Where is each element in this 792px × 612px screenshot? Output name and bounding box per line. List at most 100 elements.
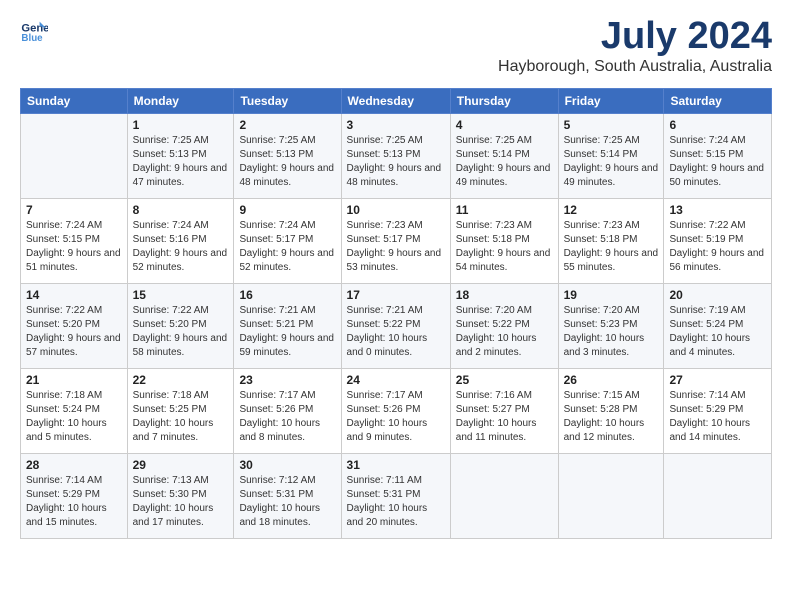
- calendar-cell: 9 Sunrise: 7:24 AMSunset: 5:17 PMDaylight…: [234, 198, 341, 283]
- day-info: Sunrise: 7:13 AMSunset: 5:30 PMDaylight:…: [133, 474, 229, 530]
- day-info: Sunrise: 7:24 AMSunset: 5:16 PMDaylight:…: [133, 219, 229, 275]
- day-number: 18: [456, 288, 553, 302]
- calendar-cell: 31 Sunrise: 7:11 AMSunset: 5:31 PMDayligh…: [341, 453, 450, 538]
- day-number: 26: [564, 373, 659, 387]
- day-info: Sunrise: 7:25 AMSunset: 5:13 PMDaylight:…: [133, 134, 229, 190]
- day-info: Sunrise: 7:23 AMSunset: 5:18 PMDaylight:…: [564, 219, 659, 275]
- month-title: July 2024: [498, 16, 772, 58]
- day-number: 25: [456, 373, 553, 387]
- day-info: Sunrise: 7:25 AMSunset: 5:14 PMDaylight:…: [456, 134, 553, 190]
- calendar-cell: 24Sunrise: 7:17 AMSunset: 5:26 PMDayligh…: [341, 368, 450, 453]
- day-info: Sunrise: 7:11 AMSunset: 5:31 PMDaylight:…: [347, 474, 445, 530]
- col-header-friday: Friday: [558, 88, 664, 113]
- day-number: 4: [456, 118, 553, 132]
- calendar-cell: 3 Sunrise: 7:25 AMSunset: 5:13 PMDaylight…: [341, 113, 450, 198]
- calendar-cell: 4 Sunrise: 7:25 AMSunset: 5:14 PMDaylight…: [450, 113, 558, 198]
- day-number: 20: [669, 288, 766, 302]
- day-info: Sunrise: 7:24 AMSunset: 5:15 PMDaylight:…: [669, 134, 766, 190]
- day-info: Sunrise: 7:24 AMSunset: 5:17 PMDaylight:…: [239, 219, 335, 275]
- day-number: 22: [133, 373, 229, 387]
- calendar-cell: 17 Sunrise: 7:21 AMSunset: 5:22 PMDayligh…: [341, 283, 450, 368]
- day-number: 17: [347, 288, 445, 302]
- day-number: 8: [133, 203, 229, 217]
- calendar-cell: 26 Sunrise: 7:15 AMSunset: 5:28 PMDayligh…: [558, 368, 664, 453]
- calendar-cell: 21 Sunrise: 7:18 AMSunset: 5:24 PMDayligh…: [21, 368, 128, 453]
- calendar-cell: 11 Sunrise: 7:23 AMSunset: 5:18 PMDayligh…: [450, 198, 558, 283]
- day-info: Sunrise: 7:22 AMSunset: 5:20 PMDaylight:…: [133, 304, 229, 360]
- day-number: 1: [133, 118, 229, 132]
- day-number: 12: [564, 203, 659, 217]
- calendar-cell: 15Sunrise: 7:22 AMSunset: 5:20 PMDayligh…: [127, 283, 234, 368]
- day-info: Sunrise: 7:24 AMSunset: 5:15 PMDaylight:…: [26, 219, 122, 275]
- day-info: Sunrise: 7:15 AMSunset: 5:28 PMDaylight:…: [564, 389, 659, 445]
- day-info: Sunrise: 7:20 AMSunset: 5:23 PMDaylight:…: [564, 304, 659, 360]
- day-number: 28: [26, 458, 122, 472]
- calendar-body: 1 Sunrise: 7:25 AMSunset: 5:13 PMDaylight…: [21, 113, 772, 538]
- day-number: 13: [669, 203, 766, 217]
- calendar-cell: 8 Sunrise: 7:24 AMSunset: 5:16 PMDaylight…: [127, 198, 234, 283]
- col-header-wednesday: Wednesday: [341, 88, 450, 113]
- day-info: Sunrise: 7:25 AMSunset: 5:13 PMDaylight:…: [239, 134, 335, 190]
- day-info: Sunrise: 7:12 AMSunset: 5:31 PMDaylight:…: [239, 474, 335, 530]
- col-header-thursday: Thursday: [450, 88, 558, 113]
- day-info: Sunrise: 7:22 AMSunset: 5:20 PMDaylight:…: [26, 304, 122, 360]
- calendar-cell: 13Sunrise: 7:22 AMSunset: 5:19 PMDayligh…: [664, 198, 772, 283]
- day-number: 27: [669, 373, 766, 387]
- col-header-sunday: Sunday: [21, 88, 128, 113]
- calendar-cell: 12 Sunrise: 7:23 AMSunset: 5:18 PMDayligh…: [558, 198, 664, 283]
- day-info: Sunrise: 7:18 AMSunset: 5:24 PMDaylight:…: [26, 389, 122, 445]
- calendar-cell: [450, 453, 558, 538]
- day-number: 5: [564, 118, 659, 132]
- day-info: Sunrise: 7:23 AMSunset: 5:18 PMDaylight:…: [456, 219, 553, 275]
- location-title: Hayborough, South Australia, Australia: [498, 58, 772, 76]
- day-number: 11: [456, 203, 553, 217]
- calendar-cell: 2 Sunrise: 7:25 AMSunset: 5:13 PMDaylight…: [234, 113, 341, 198]
- calendar-week-5: 28 Sunrise: 7:14 AMSunset: 5:29 PMDayligh…: [21, 453, 772, 538]
- day-number: 21: [26, 373, 122, 387]
- header: General Blue July 2024 Hayborough, South…: [20, 16, 772, 76]
- calendar-cell: 28 Sunrise: 7:14 AMSunset: 5:29 PMDayligh…: [21, 453, 128, 538]
- calendar-cell: 16 Sunrise: 7:21 AMSunset: 5:21 PMDayligh…: [234, 283, 341, 368]
- day-number: 31: [347, 458, 445, 472]
- day-number: 7: [26, 203, 122, 217]
- day-number: 9: [239, 203, 335, 217]
- day-info: Sunrise: 7:23 AMSunset: 5:17 PMDaylight:…: [347, 219, 445, 275]
- day-number: 16: [239, 288, 335, 302]
- calendar-week-4: 21 Sunrise: 7:18 AMSunset: 5:24 PMDayligh…: [21, 368, 772, 453]
- day-info: Sunrise: 7:20 AMSunset: 5:22 PMDaylight:…: [456, 304, 553, 360]
- col-header-tuesday: Tuesday: [234, 88, 341, 113]
- calendar-cell: 7 Sunrise: 7:24 AMSunset: 5:15 PMDaylight…: [21, 198, 128, 283]
- calendar-header-row: SundayMondayTuesdayWednesdayThursdayFrid…: [21, 88, 772, 113]
- day-info: Sunrise: 7:25 AMSunset: 5:14 PMDaylight:…: [564, 134, 659, 190]
- calendar-cell: 6 Sunrise: 7:24 AMSunset: 5:15 PMDaylight…: [664, 113, 772, 198]
- calendar-cell: 1 Sunrise: 7:25 AMSunset: 5:13 PMDaylight…: [127, 113, 234, 198]
- calendar-cell: 20 Sunrise: 7:19 AMSunset: 5:24 PMDayligh…: [664, 283, 772, 368]
- day-number: 23: [239, 373, 335, 387]
- day-info: Sunrise: 7:14 AMSunset: 5:29 PMDaylight:…: [26, 474, 122, 530]
- day-info: Sunrise: 7:21 AMSunset: 5:21 PMDaylight:…: [239, 304, 335, 360]
- day-number: 6: [669, 118, 766, 132]
- calendar-cell: 22 Sunrise: 7:18 AMSunset: 5:25 PMDayligh…: [127, 368, 234, 453]
- calendar-cell: 27Sunrise: 7:14 AMSunset: 5:29 PMDayligh…: [664, 368, 772, 453]
- calendar-week-2: 7 Sunrise: 7:24 AMSunset: 5:15 PMDaylight…: [21, 198, 772, 283]
- day-info: Sunrise: 7:18 AMSunset: 5:25 PMDaylight:…: [133, 389, 229, 445]
- day-info: Sunrise: 7:17 AMSunset: 5:26 PMDaylight:…: [239, 389, 335, 445]
- calendar-week-1: 1 Sunrise: 7:25 AMSunset: 5:13 PMDaylight…: [21, 113, 772, 198]
- day-number: 24: [347, 373, 445, 387]
- day-number: 29: [133, 458, 229, 472]
- calendar-week-3: 14Sunrise: 7:22 AMSunset: 5:20 PMDayligh…: [21, 283, 772, 368]
- calendar-cell: 23 Sunrise: 7:17 AMSunset: 5:26 PMDayligh…: [234, 368, 341, 453]
- calendar-cell: 5 Sunrise: 7:25 AMSunset: 5:14 PMDaylight…: [558, 113, 664, 198]
- calendar-cell: 10 Sunrise: 7:23 AMSunset: 5:17 PMDayligh…: [341, 198, 450, 283]
- calendar-cell: 29 Sunrise: 7:13 AMSunset: 5:30 PMDayligh…: [127, 453, 234, 538]
- title-area: July 2024 Hayborough, South Australia, A…: [498, 16, 772, 76]
- day-number: 19: [564, 288, 659, 302]
- day-info: Sunrise: 7:25 AMSunset: 5:13 PMDaylight:…: [347, 134, 445, 190]
- day-info: Sunrise: 7:21 AMSunset: 5:22 PMDaylight:…: [347, 304, 445, 360]
- day-number: 10: [347, 203, 445, 217]
- day-number: 2: [239, 118, 335, 132]
- calendar-cell: 19 Sunrise: 7:20 AMSunset: 5:23 PMDayligh…: [558, 283, 664, 368]
- day-number: 3: [347, 118, 445, 132]
- day-info: Sunrise: 7:19 AMSunset: 5:24 PMDaylight:…: [669, 304, 766, 360]
- day-number: 30: [239, 458, 335, 472]
